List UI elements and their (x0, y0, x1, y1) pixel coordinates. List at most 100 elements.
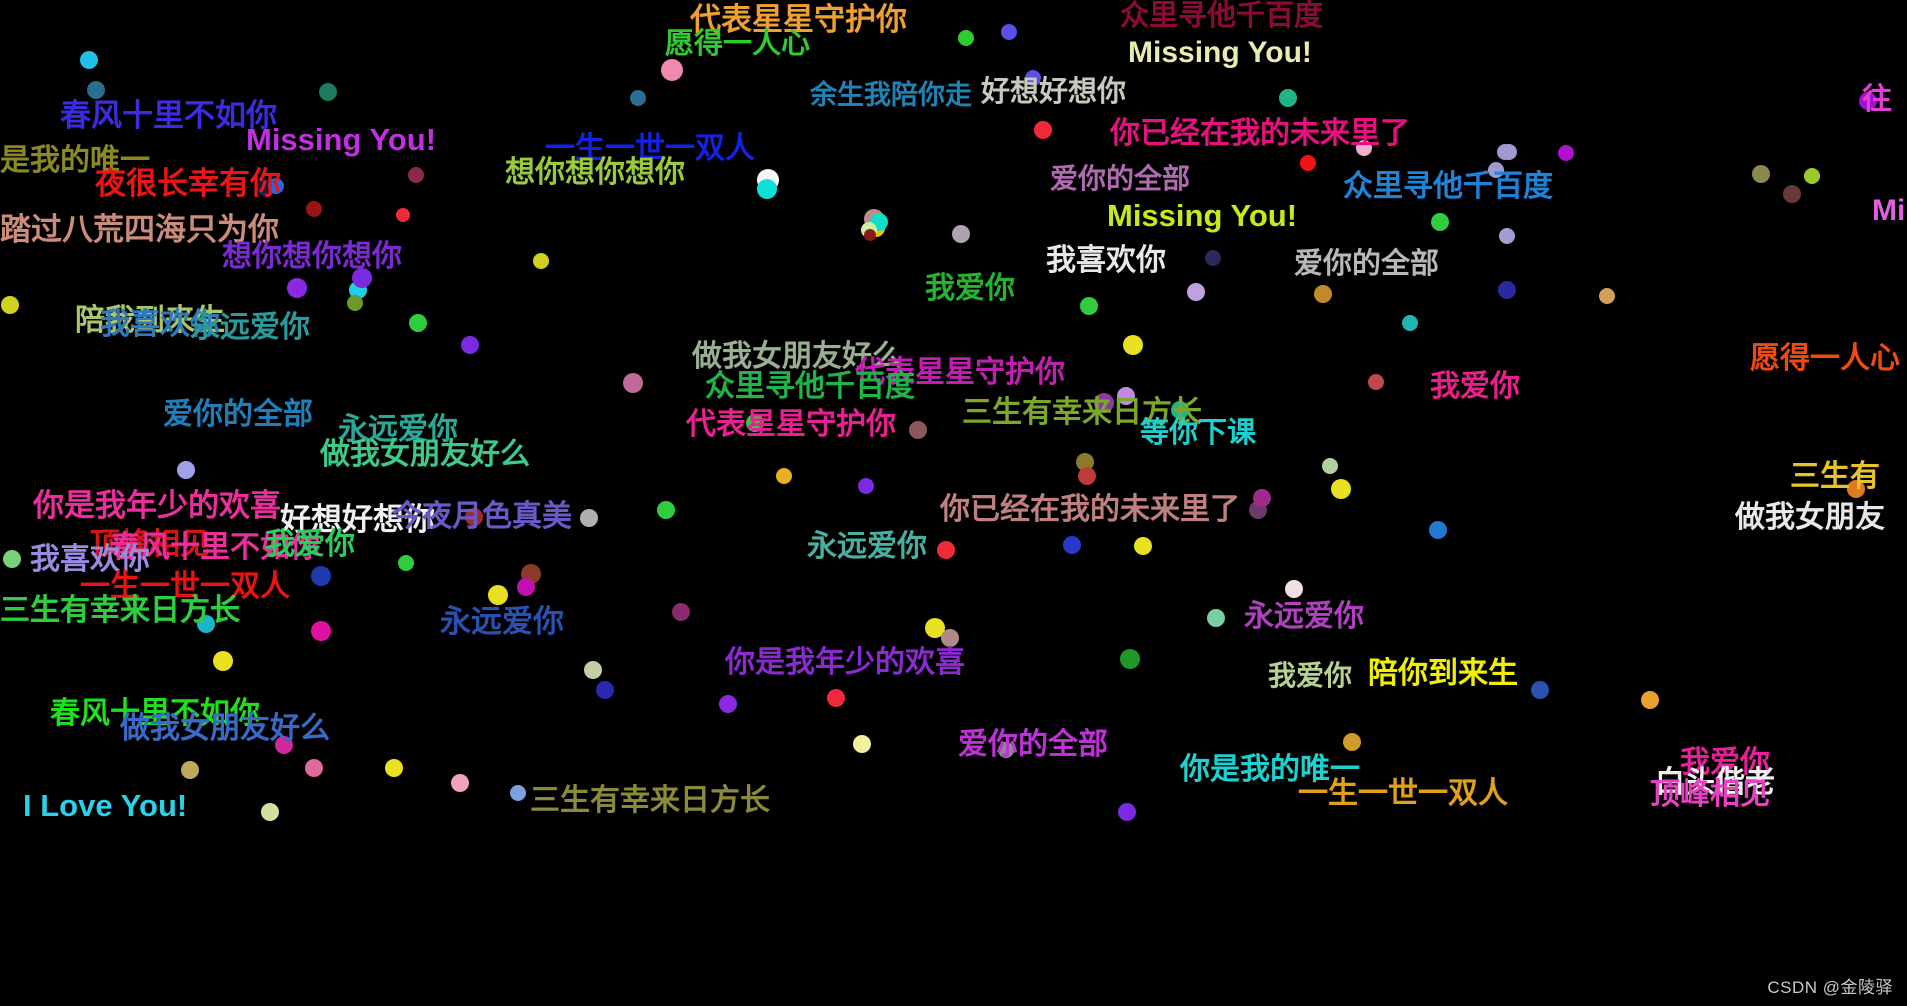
particle-dot (909, 421, 927, 439)
falling-word: 夜很长幸有你 (95, 166, 281, 201)
particle-dot (1402, 315, 1418, 331)
particle-dot (409, 314, 427, 332)
particle-dot (596, 681, 614, 699)
particle-dot (510, 785, 526, 801)
particle-dot (396, 208, 410, 222)
particle-dot (1499, 228, 1515, 244)
particle-dot (1123, 335, 1143, 355)
falling-word: 你是我年少的欢喜 (725, 646, 965, 679)
falling-word: 想你想你想你 (222, 240, 402, 273)
particle-dot (311, 621, 331, 641)
particle-dot (623, 373, 643, 393)
particle-dot (177, 461, 195, 479)
particle-dot (1558, 145, 1574, 161)
falling-word: 众里寻他千百度 (1343, 170, 1553, 203)
particle-dot (261, 803, 279, 821)
falling-word: 顶峰相见 (1650, 778, 1770, 811)
particle-dot (517, 578, 535, 596)
falling-word: 三生有幸来日方长 (0, 594, 240, 627)
falling-word: 愿得一人心 (1750, 342, 1900, 375)
word-rain-canvas[interactable]: 代表星星守护你 众里寻他千百度 愿得一人心 Missing You! 余生我陪你走 好想好… (0, 0, 1907, 1006)
particle-dot (657, 501, 675, 519)
particle-dot (1314, 285, 1332, 303)
particle-dot (80, 51, 98, 69)
falling-word: 春风十里不如你 (60, 98, 277, 133)
particle-dot (461, 336, 479, 354)
particle-dot (398, 555, 414, 571)
particle-dot (1134, 537, 1152, 555)
falling-word: 代表星星守护你 (686, 408, 896, 441)
particle-dot (451, 774, 469, 792)
particle-dot (533, 253, 549, 269)
particle-dot (1207, 609, 1225, 627)
particle-dot (1368, 374, 1384, 390)
falling-word: 你已经在我的未来里了 (1110, 117, 1410, 150)
particle-dot (87, 81, 105, 99)
particle-dot (776, 468, 792, 484)
falling-word: 爱你的全部 (1294, 248, 1440, 280)
falling-word: Missing You! (1107, 198, 1298, 233)
falling-word: 永远爱你 (440, 604, 564, 639)
particle-dot (1429, 521, 1447, 539)
particle-dot (1080, 297, 1098, 315)
falling-word: 三生有幸来日方长 (530, 784, 770, 817)
particle-dot (1322, 458, 1338, 474)
particle-dot (719, 695, 737, 713)
falling-word: 好想好想你 (981, 76, 1127, 108)
falling-word: Mi (1872, 194, 1906, 227)
particle-dot (937, 541, 955, 559)
falling-word: 永远爱你 (1244, 600, 1364, 633)
particle-dot (306, 201, 322, 217)
falling-word: 我爱你 (265, 528, 355, 561)
falling-word: 爱你的全部 (163, 398, 313, 431)
particle-dot (1641, 691, 1659, 709)
particle-dot (1300, 155, 1316, 171)
particle-dot (1343, 733, 1361, 751)
csdn-watermark: CSDN @金陵驿 (1767, 978, 1893, 997)
particle-dot (1063, 536, 1081, 554)
falling-word: 爱你的全部 (1050, 163, 1191, 194)
falling-word: Missing You! (246, 122, 437, 157)
particle-dot (1279, 89, 1297, 107)
particle-dot (853, 735, 871, 753)
particle-dot (661, 59, 683, 81)
falling-word: I Love You! (23, 788, 188, 823)
particle-dot (319, 83, 337, 101)
falling-word: 我爱你 (1430, 370, 1520, 403)
particle-dot (864, 229, 876, 241)
falling-word: 做我女朋友好么 (120, 712, 330, 745)
falling-word: 你已经在我的未来里了 (940, 493, 1240, 526)
particle-dot (181, 761, 199, 779)
falling-word: 我喜欢你 (1046, 244, 1166, 277)
particle-dot (3, 550, 21, 568)
falling-word: 陪你到来生 (1368, 657, 1518, 690)
particle-dot (1187, 283, 1205, 301)
particle-dot (757, 179, 777, 199)
particle-dot (672, 603, 690, 621)
particle-dot (1804, 168, 1820, 184)
particle-dot (1497, 144, 1513, 160)
particle-dot (580, 509, 598, 527)
particle-dot (1118, 803, 1136, 821)
falling-word: 一生一世一双人 (1298, 777, 1508, 810)
falling-word: 众里寻他千百度 (1120, 0, 1324, 32)
falling-word: 想你想你想你 (505, 156, 685, 189)
particle-dot (1253, 489, 1271, 507)
particle-dot (958, 30, 974, 46)
particle-dot (488, 585, 508, 605)
particle-dot (1431, 213, 1449, 231)
particle-dot (1331, 479, 1351, 499)
particle-dot (213, 651, 233, 671)
particle-dot (1205, 250, 1221, 266)
particle-dot (287, 278, 307, 298)
falling-word: Missing You! (1128, 36, 1312, 69)
falling-word: 做我女朋友好么 (320, 438, 530, 471)
falling-word: 往 (1862, 83, 1892, 116)
falling-word: 我爱你 (925, 272, 1015, 305)
particle-dot (1599, 288, 1615, 304)
particle-dot (1531, 681, 1549, 699)
particle-dot (584, 661, 602, 679)
falling-word: 等你下课 (1140, 417, 1257, 449)
falling-word: 你是我年少的欢喜 (33, 488, 281, 523)
falling-word: 我爱你 (1268, 660, 1353, 691)
